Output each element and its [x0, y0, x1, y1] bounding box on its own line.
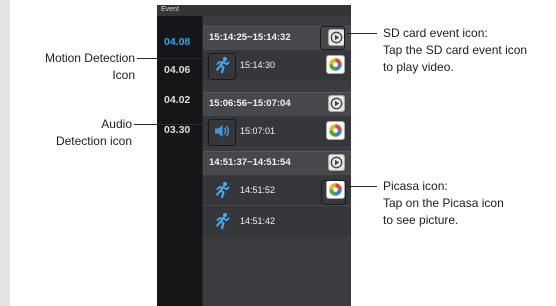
audio-callout: Audio Detection icon — [56, 116, 132, 150]
picasa-callout: Picasa icon: Tap on the Picasa icon to s… — [383, 178, 504, 229]
sd-callout-line: Tap the SD card event icon — [383, 43, 528, 57]
picasa-button[interactable] — [326, 55, 345, 74]
sd-callout-line: SD card event icon: — [383, 26, 488, 40]
play-icon — [330, 97, 343, 110]
motion-icon-highlight — [208, 53, 236, 80]
play-icon — [330, 156, 343, 169]
sd-icon-highlight — [320, 26, 345, 50]
motion-leader-line — [137, 58, 208, 60]
picasa-callout-line: to see picture. — [383, 213, 459, 227]
date-item-0406[interactable]: 04.06 — [164, 64, 190, 76]
event-range-time: 15:06:56~15:07:04 — [209, 98, 291, 109]
audio-callout-line: Audio — [101, 117, 132, 131]
picasa-icon — [329, 124, 342, 137]
motion-detection-icon — [212, 180, 232, 200]
event-clip-time: 15:14:30 — [240, 60, 276, 70]
event-clip-time: 14:51:42 — [240, 216, 276, 226]
motion-callout-line: Motion Detection — [44, 51, 135, 65]
motion-detection-icon — [212, 211, 232, 231]
picasa-leader-line — [347, 186, 377, 188]
audio-leader-line — [134, 124, 208, 126]
picasa-button[interactable] — [326, 121, 345, 140]
picasa-icon-highlight — [321, 180, 346, 205]
sd-card-play-button[interactable] — [328, 95, 345, 112]
date-list: 04.08 04.06 04.02 03.30 — [157, 16, 202, 306]
event-clip-time: 15:07:01 — [240, 126, 276, 136]
event-clip-row[interactable]: 14:51:42 — [203, 205, 351, 236]
sd-card-play-button[interactable] — [328, 154, 345, 171]
date-item-0408[interactable]: 04.08 — [164, 36, 190, 48]
left-gutter — [0, 0, 10, 306]
event-clip-time: 14:51:52 — [240, 185, 276, 195]
event-range-row[interactable]: 15:06:56~15:07:04 — [203, 92, 351, 115]
sd-leader-line — [346, 33, 377, 35]
audio-callout-line: Detection icon — [55, 134, 132, 148]
sd-callout: SD card event icon: Tap the SD card even… — [383, 25, 527, 76]
picasa-callout-line: Tap on the Picasa icon — [383, 196, 504, 210]
audio-icon-highlight — [208, 119, 236, 146]
screen-title: Event — [161, 6, 179, 13]
picasa-icon — [329, 58, 342, 71]
event-range-time: 15:14:25~15:14:32 — [209, 32, 291, 43]
title-bar: Event — [157, 5, 351, 16]
event-range-row[interactable]: 14:51:37~14:51:54 — [203, 151, 351, 174]
picasa-callout-line: Picasa icon: — [383, 179, 448, 193]
event-range-time: 14:51:37~14:51:54 — [209, 157, 291, 168]
sd-callout-line: to play video. — [383, 60, 454, 74]
motion-callout-line: Icon — [112, 68, 135, 82]
event-screen: Event 04.08 04.06 04.02 03.30 15:14:25~1… — [157, 5, 351, 306]
date-item-0402[interactable]: 04.02 — [164, 94, 190, 106]
date-item-0330[interactable]: 03.30 — [164, 124, 190, 136]
motion-callout: Motion Detection Icon — [45, 50, 135, 84]
